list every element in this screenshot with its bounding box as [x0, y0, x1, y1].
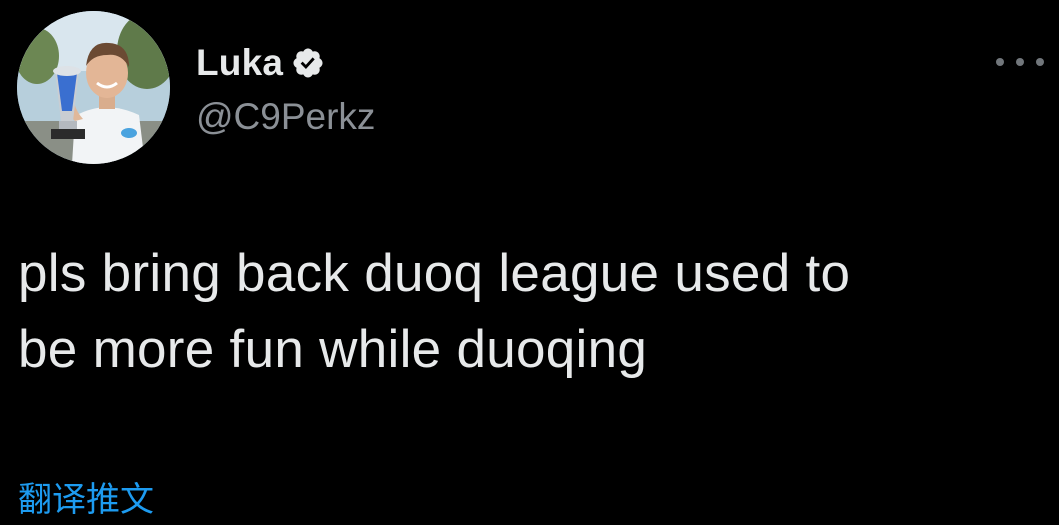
- ellipsis-icon: [996, 58, 1004, 66]
- more-options-button[interactable]: [996, 48, 1044, 76]
- author-handle[interactable]: @C9Perkz: [196, 96, 375, 138]
- tweet-card: Luka @C9Perkz pls bring back duoq league…: [0, 0, 1059, 525]
- verified-badge-icon: [291, 46, 325, 80]
- tweet-text-line-1: pls bring back duoq league used to: [18, 244, 851, 303]
- tweet-text: pls bring back duoq league used to be mo…: [18, 236, 1018, 388]
- author-name-row[interactable]: Luka: [196, 40, 325, 86]
- ellipsis-icon: [1036, 58, 1044, 66]
- avatar-photo: [17, 11, 170, 164]
- avatar[interactable]: [17, 11, 170, 164]
- ellipsis-icon: [1016, 58, 1024, 66]
- translate-tweet-link[interactable]: 翻译推文: [18, 472, 154, 521]
- tweet-text-line-2: be more fun while duoqing: [18, 320, 648, 379]
- display-name[interactable]: Luka: [196, 42, 283, 84]
